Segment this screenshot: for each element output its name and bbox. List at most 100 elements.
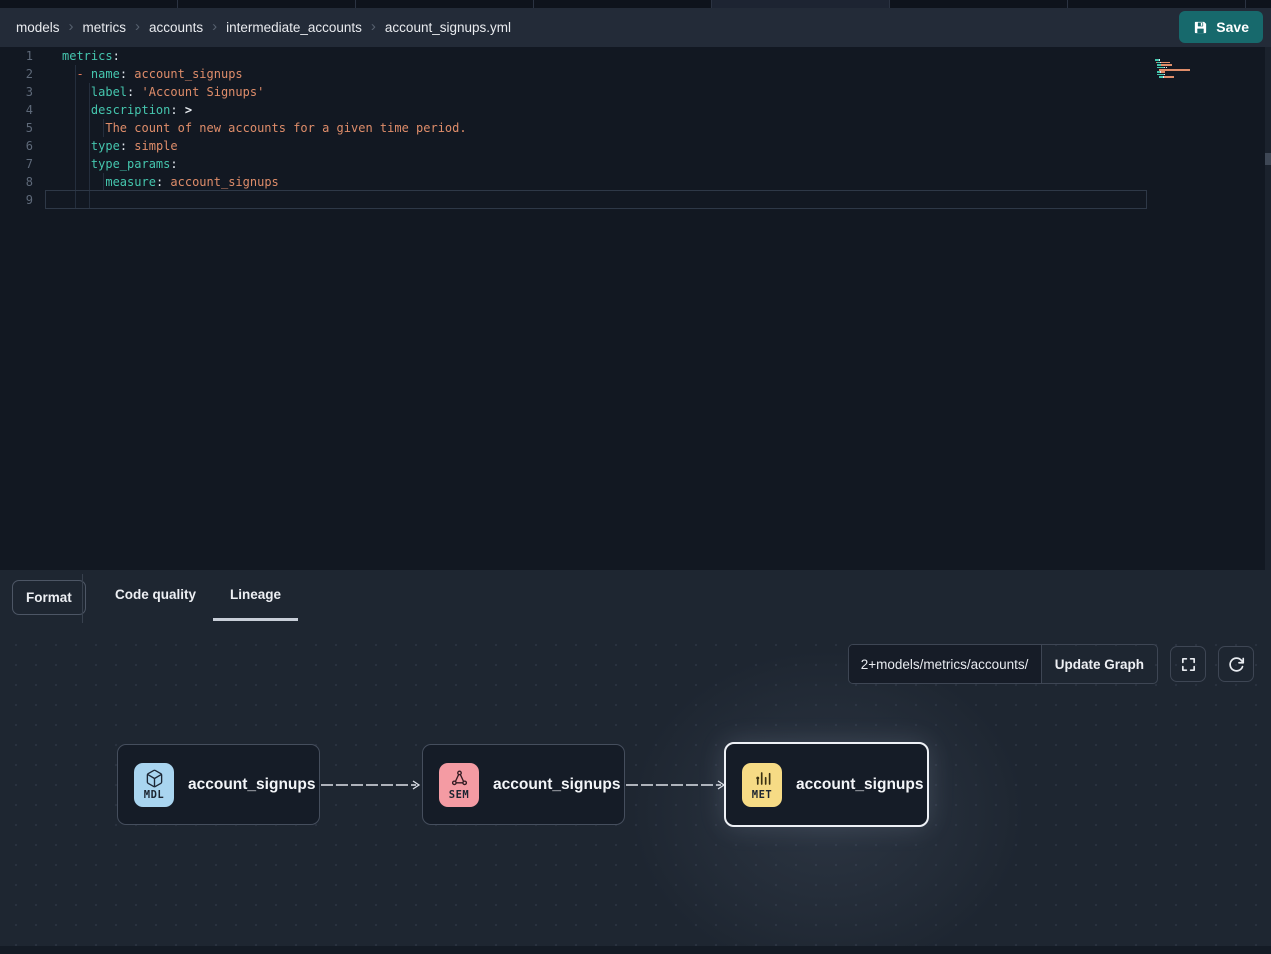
line-number: 9 xyxy=(0,191,45,209)
fullscreen-button[interactable] xyxy=(1170,646,1206,682)
breadcrumb-item[interactable]: accounts xyxy=(149,20,203,35)
window-tab[interactable] xyxy=(712,0,890,8)
code-line[interactable]: 8 measure: account_signups xyxy=(0,173,1261,191)
code-editor[interactable]: 1metrics:2 - name: account_signups3 labe… xyxy=(0,47,1271,570)
chevron-right-icon: › xyxy=(69,19,74,34)
cube-icon xyxy=(145,769,164,788)
window-tab[interactable] xyxy=(1068,0,1246,8)
code-token: : xyxy=(120,139,127,153)
lineage-graph-canvas[interactable]: Update Graph xyxy=(0,627,1271,946)
code-line[interactable]: 9 xyxy=(0,191,1261,209)
window-tab[interactable] xyxy=(356,0,534,8)
code-token xyxy=(178,103,185,117)
line-number: 5 xyxy=(0,119,45,137)
format-button[interactable]: Format xyxy=(12,580,86,615)
code-token: : xyxy=(170,157,177,171)
lineage-node-met[interactable]: MET account_signups xyxy=(724,742,929,827)
save-button[interactable]: Save xyxy=(1179,11,1263,43)
minimap-line xyxy=(1155,59,1213,61)
minimap-segment xyxy=(1157,74,1164,76)
code-line[interactable]: 7 type_params: xyxy=(0,155,1261,173)
minimap-line xyxy=(1155,57,1213,59)
code-token xyxy=(62,103,91,117)
window-tab[interactable] xyxy=(534,0,712,8)
line-content: type_params: xyxy=(45,155,178,173)
code-token: measure xyxy=(105,175,156,189)
line-number: 1 xyxy=(0,47,45,65)
breadcrumb-item[interactable]: metrics xyxy=(83,20,127,35)
node-type-badge: SEM xyxy=(439,763,479,807)
code-line[interactable]: 2 - name: account_signups xyxy=(0,65,1261,83)
node-type-badge: MET xyxy=(742,763,782,807)
refresh-icon xyxy=(1228,656,1245,673)
code-line[interactable]: 3 label: 'Account Signups' xyxy=(0,83,1261,101)
code-token: > xyxy=(185,103,192,117)
code-token: - xyxy=(76,67,90,81)
code-token xyxy=(62,121,105,135)
tab-code-quality[interactable]: Code quality xyxy=(98,570,213,621)
code-token xyxy=(62,175,105,189)
code-line[interactable]: 1metrics: xyxy=(0,47,1261,65)
bottom-strip xyxy=(0,946,1271,954)
code-token: : xyxy=(170,103,177,117)
minimap-line xyxy=(1155,66,1213,68)
node-type-label: MDL xyxy=(144,789,164,801)
update-graph-button[interactable]: Update Graph xyxy=(1041,645,1157,683)
line-number: 6 xyxy=(0,137,45,155)
code-token: account_signups xyxy=(163,175,279,189)
minimap[interactable] xyxy=(1155,52,1213,74)
code-line[interactable]: 6 type: simple xyxy=(0,137,1261,155)
minimap-segment xyxy=(1161,71,1165,73)
editor-scrollbar-thumb[interactable] xyxy=(1265,153,1271,165)
line-content: label: 'Account Signups' xyxy=(45,83,264,101)
node-type-label: SEM xyxy=(449,789,469,801)
refresh-button[interactable] xyxy=(1218,646,1254,682)
lineage-selector-input[interactable] xyxy=(849,645,1041,683)
chevron-right-icon: › xyxy=(212,19,217,34)
code-token xyxy=(62,139,91,153)
window-tab[interactable] xyxy=(890,0,1068,8)
window-tab[interactable] xyxy=(178,0,356,8)
code-token: label xyxy=(91,85,127,99)
tab-lineage[interactable]: Lineage xyxy=(213,570,298,621)
minimap-line xyxy=(1155,62,1213,64)
minimap-line xyxy=(1155,52,1213,54)
code-token: : xyxy=(120,67,127,81)
window-tab[interactable] xyxy=(0,0,178,8)
save-button-label: Save xyxy=(1216,19,1249,35)
node-label: account_signups xyxy=(188,776,315,794)
line-number: 2 xyxy=(0,65,45,83)
code-token: type xyxy=(91,139,120,153)
breadcrumb-item[interactable]: models xyxy=(16,20,60,35)
line-number: 3 xyxy=(0,83,45,101)
panel-divider xyxy=(82,574,83,623)
code-token: metrics xyxy=(62,49,113,63)
save-icon xyxy=(1193,20,1208,35)
code-line[interactable]: 4 description: > xyxy=(0,101,1261,119)
line-content: metrics: xyxy=(45,47,120,65)
line-content: measure: account_signups xyxy=(45,173,279,191)
code-line[interactable]: 5 The count of new accounts for a given … xyxy=(0,119,1261,137)
bar-chart-icon xyxy=(753,769,772,788)
lineage-node-sem[interactable]: SEMaccount_signups xyxy=(422,744,625,825)
node-type-badge: MDL xyxy=(134,763,174,807)
panel-tabs: Code qualityLineage xyxy=(98,570,298,621)
breadcrumb-item[interactable]: intermediate_accounts xyxy=(226,20,362,35)
code-token: 'Account Signups' xyxy=(134,85,264,99)
expand-icon xyxy=(1180,656,1197,673)
code-token: simple xyxy=(127,139,178,153)
node-label: account_signups xyxy=(796,776,923,794)
breadcrumb: models›metrics›accounts›intermediate_acc… xyxy=(16,20,511,35)
line-number: 8 xyxy=(0,173,45,191)
code-token xyxy=(62,85,91,99)
lineage-controls: Update Graph xyxy=(848,644,1254,684)
code-token: account_signups xyxy=(127,67,243,81)
line-content: description: > xyxy=(45,101,192,119)
breadcrumb-bar: models›metrics›accounts›intermediate_acc… xyxy=(0,8,1271,47)
breadcrumb-item[interactable]: account_signups.yml xyxy=(385,20,511,35)
window-tab-strip xyxy=(0,0,1271,8)
editor-scrollbar[interactable] xyxy=(1265,47,1271,570)
line-number: 4 xyxy=(0,101,45,119)
bottom-panel: Format Code qualityLineage Update Graph xyxy=(0,570,1271,954)
lineage-node-mdl[interactable]: MDL account_signups xyxy=(117,744,320,825)
